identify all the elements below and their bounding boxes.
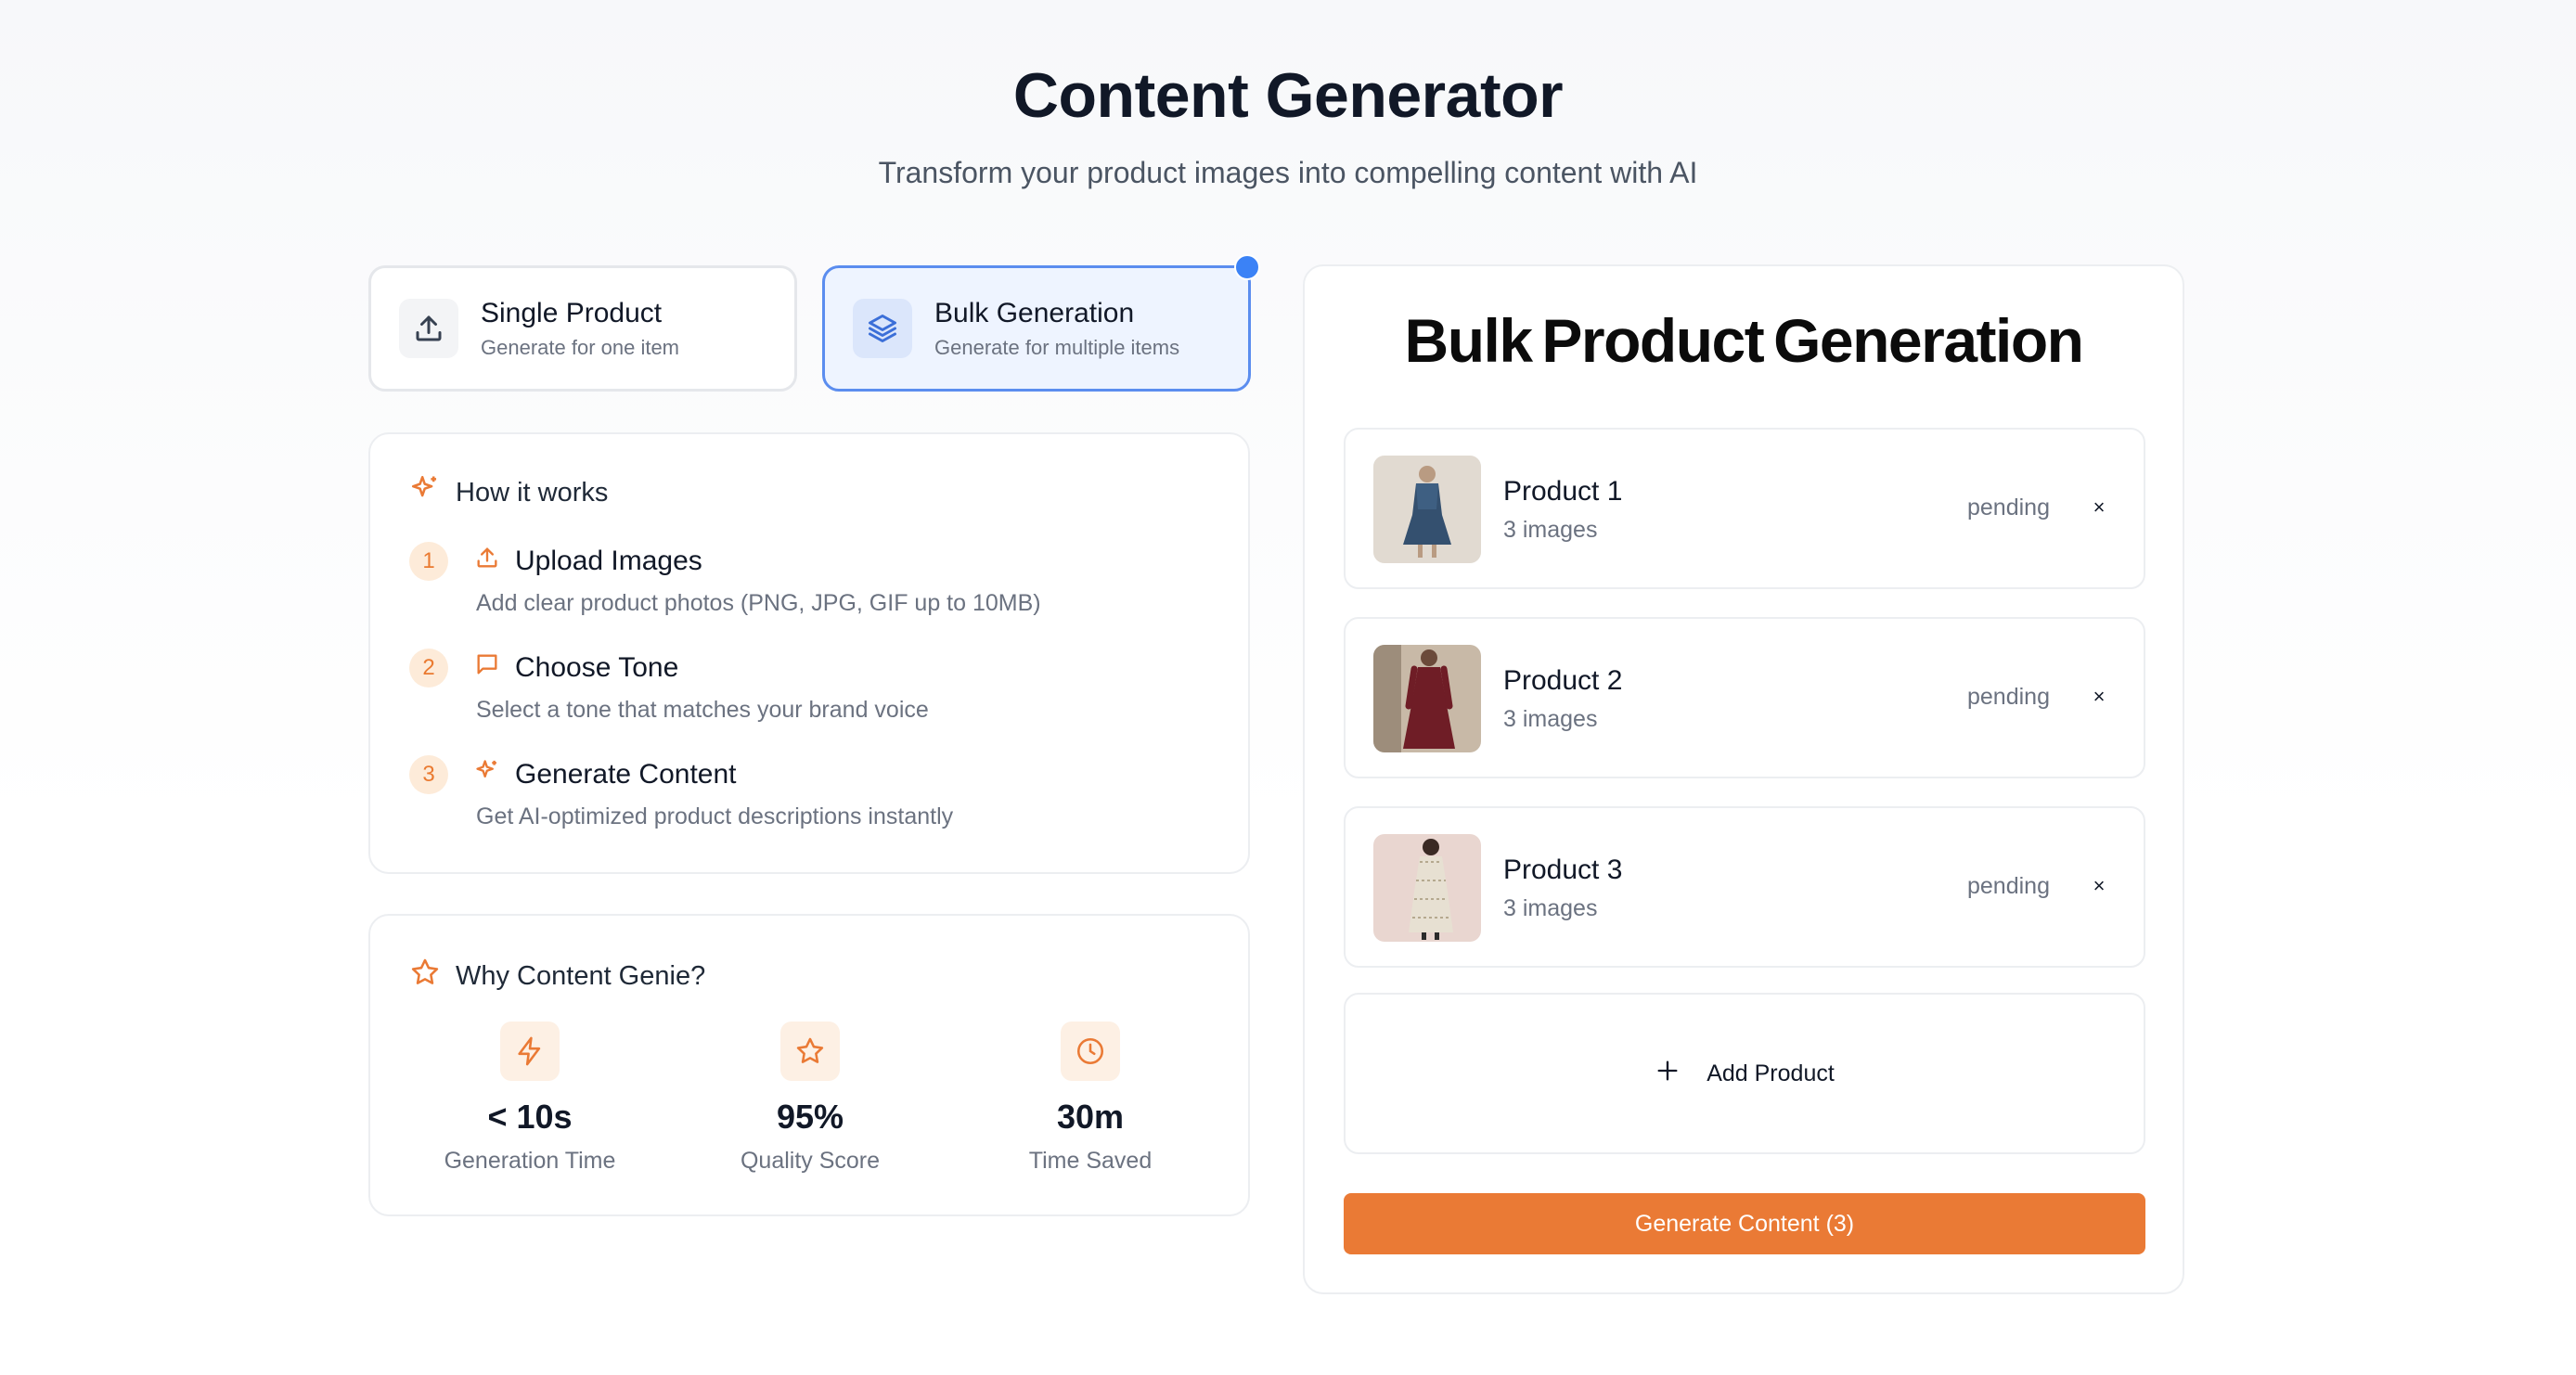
stat-label: Generation Time — [444, 1148, 616, 1174]
sparkles-icon — [409, 473, 456, 512]
product-image-count: 3 images — [1503, 706, 1598, 732]
product-name: Product 3 — [1503, 855, 1623, 885]
remove-product-button[interactable]: × — [2084, 678, 2114, 715]
stat-generation-time: < 10s Generation Time — [409, 1022, 650, 1175]
product-status: pending — [1967, 873, 2050, 899]
remove-product-button[interactable]: × — [2084, 489, 2114, 526]
upload-icon — [399, 299, 458, 358]
clock-icon — [1061, 1022, 1120, 1081]
step-title: Upload Images — [515, 546, 702, 576]
generate-content-button[interactable]: Generate Content (3) — [1344, 1193, 2145, 1254]
message-icon — [474, 651, 515, 685]
bulk-panel-title: Bulk Product Generation — [1404, 306, 2084, 375]
stat-label: Time Saved — [1028, 1148, 1153, 1174]
stat-value: 30m — [1056, 1098, 1125, 1136]
product-thumbnail — [1373, 645, 1481, 752]
star-icon — [409, 957, 456, 996]
how-it-works-panel: How it works 1 Upload Images Add clear p… — [368, 432, 1250, 874]
bulk-generation-desc: Generate for multiple items — [934, 336, 1180, 359]
step-desc: Add clear product photos (PNG, JPG, GIF … — [476, 590, 1041, 616]
remove-product-button[interactable]: × — [2084, 867, 2114, 905]
product-status: pending — [1967, 684, 2050, 710]
add-product-button[interactable]: Add Product — [1344, 993, 2145, 1154]
page-subtitle: Transform your product images into compe… — [878, 156, 1698, 189]
page-title: Content Generator — [1012, 60, 1564, 131]
bulk-generation-option[interactable]: Bulk Generation Generate for multiple it… — [822, 265, 1251, 392]
add-product-label: Add Product — [1707, 1060, 1835, 1086]
single-product-option[interactable]: Single Product Generate for one item — [368, 265, 797, 392]
stat-label: Quality Score — [740, 1148, 881, 1174]
upload-icon — [474, 545, 515, 578]
active-indicator-dot — [1234, 254, 1260, 280]
product-card: Product 3 3 images pending × — [1344, 806, 2145, 968]
step-title: Choose Tone — [515, 652, 679, 683]
why-heading: Why Content Genie? — [409, 957, 705, 996]
product-image-count: 3 images — [1503, 517, 1598, 543]
bulk-generation-title: Bulk Generation — [934, 298, 1135, 328]
product-name: Product 2 — [1503, 665, 1623, 696]
step-number: 1 — [409, 542, 448, 581]
star-icon — [780, 1022, 840, 1081]
single-product-desc: Generate for one item — [481, 336, 680, 359]
product-status: pending — [1967, 495, 2050, 520]
step-desc: Select a tone that matches your brand vo… — [476, 697, 929, 723]
product-thumbnail — [1373, 456, 1481, 563]
single-product-title: Single Product — [481, 298, 663, 328]
stat-value: 95% — [776, 1098, 844, 1136]
zap-icon — [500, 1022, 560, 1081]
stat-quality-score: 95% Quality Score — [689, 1022, 931, 1175]
product-card: Product 2 3 images pending × — [1344, 617, 2145, 778]
step-desc: Get AI-optimized product descriptions in… — [476, 803, 954, 829]
product-name: Product 1 — [1503, 476, 1623, 507]
product-image-count: 3 images — [1503, 895, 1598, 921]
page: Content Generator Transform your product… — [0, 0, 2576, 1375]
plus-icon — [1655, 1058, 1707, 1090]
sparkles-icon — [474, 758, 515, 791]
step-number: 2 — [409, 649, 448, 688]
product-thumbnail — [1373, 834, 1481, 942]
how-it-works-heading: How it works — [409, 473, 608, 512]
bulk-generation-panel: Bulk Product Generation Product 1 3 imag… — [1303, 264, 2184, 1294]
stat-time-saved: 30m Time Saved — [970, 1022, 1211, 1175]
product-card: Product 1 3 images pending × — [1344, 428, 2145, 589]
stat-value: < 10s — [487, 1098, 573, 1136]
why-content-genie-panel: Why Content Genie? < 10s Generation Time… — [368, 914, 1250, 1216]
step-title: Generate Content — [515, 759, 737, 790]
layers-icon — [853, 299, 912, 358]
step-number: 3 — [409, 755, 448, 794]
